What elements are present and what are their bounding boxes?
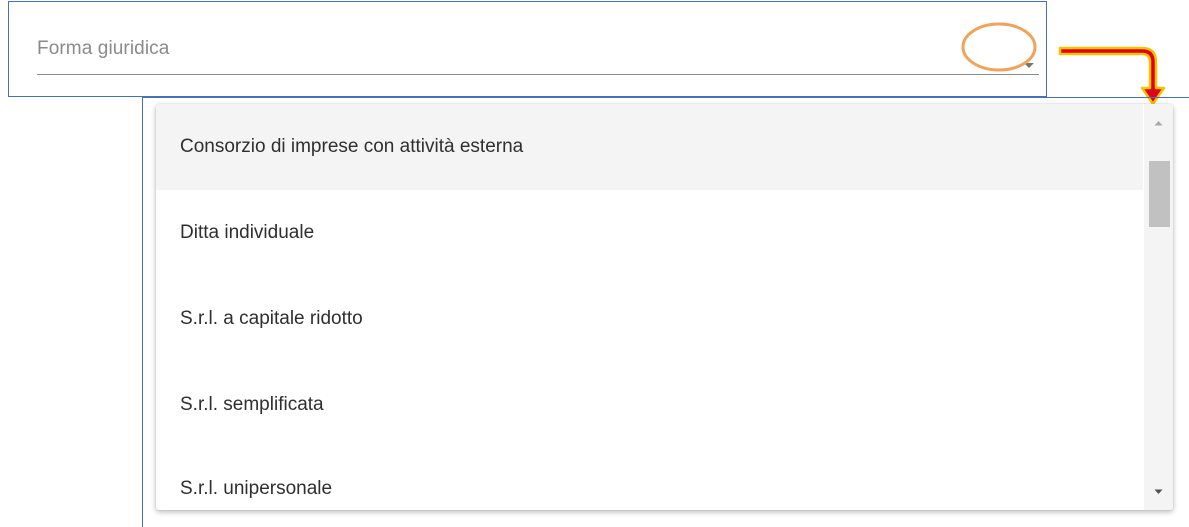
select-underline: [37, 74, 1039, 75]
dropdown-menu: Consorzio di imprese con attività estern…: [156, 104, 1173, 510]
option-item[interactable]: S.r.l. a capitale ridotto: [156, 276, 1143, 362]
option-label: S.r.l. semplificata: [180, 394, 324, 415]
option-item[interactable]: S.r.l. semplificata: [156, 362, 1143, 448]
option-label: Consorzio di imprese con attività estern…: [180, 136, 524, 157]
vertical-scrollbar[interactable]: [1144, 104, 1173, 510]
option-label: S.r.l. unipersonale: [180, 478, 333, 499]
option-label: S.r.l. a capitale ridotto: [180, 308, 363, 329]
legal-form-select[interactable]: Forma giuridica: [27, 18, 1043, 78]
option-item[interactable]: Ditta individuale: [156, 190, 1143, 276]
scroll-up-arrow-icon[interactable]: [1153, 118, 1164, 129]
option-item[interactable]: S.r.l. unipersonale: [156, 448, 1143, 510]
highlight-circle-annotation: [961, 22, 1037, 72]
scroll-down-arrow-icon[interactable]: [1153, 486, 1164, 497]
option-list: Consorzio di imprese con attività estern…: [156, 104, 1143, 510]
option-label: Ditta individuale: [180, 222, 315, 243]
select-placeholder: Forma giuridica: [37, 38, 170, 59]
red-arrow-annotation: [1058, 46, 1166, 104]
option-item[interactable]: Consorzio di imprese con attività estern…: [156, 104, 1143, 190]
scrollbar-thumb[interactable]: [1149, 161, 1170, 227]
